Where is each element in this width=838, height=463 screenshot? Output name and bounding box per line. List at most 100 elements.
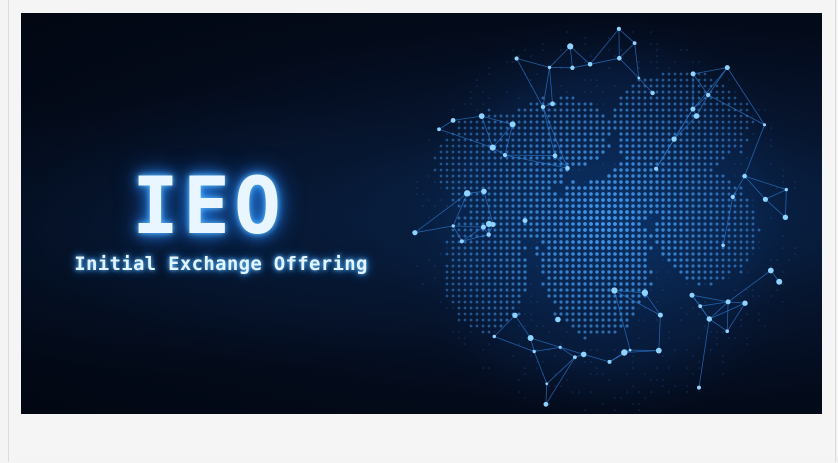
- land-dot: [481, 240, 485, 244]
- land-dot: [541, 150, 545, 154]
- network-node: [527, 335, 534, 341]
- land-dot: [661, 234, 665, 238]
- land-dot: [583, 138, 587, 142]
- land-dot: [547, 150, 551, 154]
- land-dot: [607, 126, 611, 130]
- land-dot: [601, 192, 605, 196]
- land-dot: [733, 264, 737, 268]
- land-dot: [571, 258, 575, 262]
- ocean-dot: [662, 259, 664, 261]
- land-dot: [475, 312, 479, 316]
- land-dot: [685, 168, 689, 172]
- land-dot: [661, 150, 665, 154]
- land-dot: [583, 228, 587, 232]
- ocean-dot: [722, 355, 724, 357]
- network-node: [587, 62, 593, 67]
- ocean-dot: [692, 355, 694, 357]
- land-dot: [733, 228, 737, 232]
- ocean-dot: [770, 217, 772, 219]
- land-dot: [571, 264, 575, 268]
- ocean-dot: [656, 247, 658, 249]
- ocean-dot: [590, 91, 592, 93]
- land-dot: [565, 156, 569, 160]
- land-dot: [721, 180, 725, 184]
- land-dot: [535, 102, 539, 106]
- ocean-dot: [650, 241, 652, 243]
- land-dot: [439, 162, 443, 166]
- land-dot: [535, 144, 539, 148]
- land-dot: [463, 156, 467, 160]
- network-node: [654, 166, 659, 171]
- land-dot: [709, 174, 713, 178]
- land-dot: [487, 252, 491, 256]
- land-dot: [583, 276, 587, 280]
- land-dot: [691, 234, 695, 238]
- land-dot: [601, 276, 605, 280]
- ocean-dot: [716, 313, 718, 315]
- land-dot: [673, 78, 677, 82]
- ocean-dot: [566, 331, 568, 333]
- land-dot: [517, 192, 521, 196]
- land-dot: [613, 282, 617, 286]
- land-dot: [661, 180, 665, 184]
- land-dot: [499, 204, 503, 208]
- land-dot: [487, 168, 491, 172]
- land-dot: [469, 216, 473, 220]
- land-dot: [493, 180, 497, 184]
- land-dot: [559, 312, 563, 316]
- land-dot: [511, 222, 515, 226]
- land-dot: [565, 312, 569, 316]
- land-dot: [607, 222, 611, 226]
- land-dot: [517, 126, 521, 130]
- land-dot: [721, 192, 725, 196]
- ocean-dot: [704, 283, 706, 285]
- land-dot: [589, 270, 593, 274]
- land-dot: [451, 234, 455, 238]
- ocean-dot: [596, 367, 598, 369]
- land-dot: [463, 126, 467, 130]
- land-dot: [661, 186, 665, 190]
- land-dot: [619, 282, 623, 286]
- land-dot: [571, 282, 575, 286]
- land-dot: [721, 186, 725, 190]
- land-dot: [595, 306, 599, 310]
- land-dot: [631, 132, 635, 136]
- land-dot: [517, 108, 521, 112]
- land-dot: [451, 150, 455, 154]
- land-dot: [535, 174, 539, 178]
- land-dot: [547, 258, 551, 262]
- land-dot: [631, 180, 635, 184]
- ocean-dot: [758, 109, 760, 111]
- network-node: [632, 41, 637, 45]
- land-dot: [481, 258, 485, 262]
- land-dot: [523, 138, 527, 142]
- land-dot: [571, 126, 575, 130]
- land-dot: [601, 288, 605, 292]
- land-dot: [565, 282, 569, 286]
- ocean-dot: [506, 91, 508, 93]
- land-dot: [457, 162, 461, 166]
- land-dot: [517, 120, 521, 124]
- land-dot: [589, 132, 593, 136]
- ocean-dot: [746, 271, 748, 273]
- land-dot: [625, 162, 629, 166]
- land-dot: [553, 222, 557, 226]
- ocean-dot: [656, 67, 658, 69]
- ocean-dot: [692, 307, 694, 309]
- ocean-dot: [518, 97, 520, 99]
- land-dot: [493, 126, 497, 130]
- land-dot: [709, 156, 713, 160]
- land-dot: [463, 132, 467, 136]
- land-dot: [673, 192, 677, 196]
- land-dot: [445, 288, 449, 292]
- ocean-dot: [644, 319, 646, 321]
- network-node: [492, 334, 496, 339]
- ocean-dot: [626, 373, 628, 375]
- land-dot: [715, 192, 719, 196]
- land-dot: [637, 84, 641, 88]
- land-dot: [631, 90, 635, 94]
- land-dot: [463, 318, 467, 322]
- land-dot: [457, 150, 461, 154]
- land-dot: [499, 186, 503, 190]
- land-dot: [463, 264, 467, 268]
